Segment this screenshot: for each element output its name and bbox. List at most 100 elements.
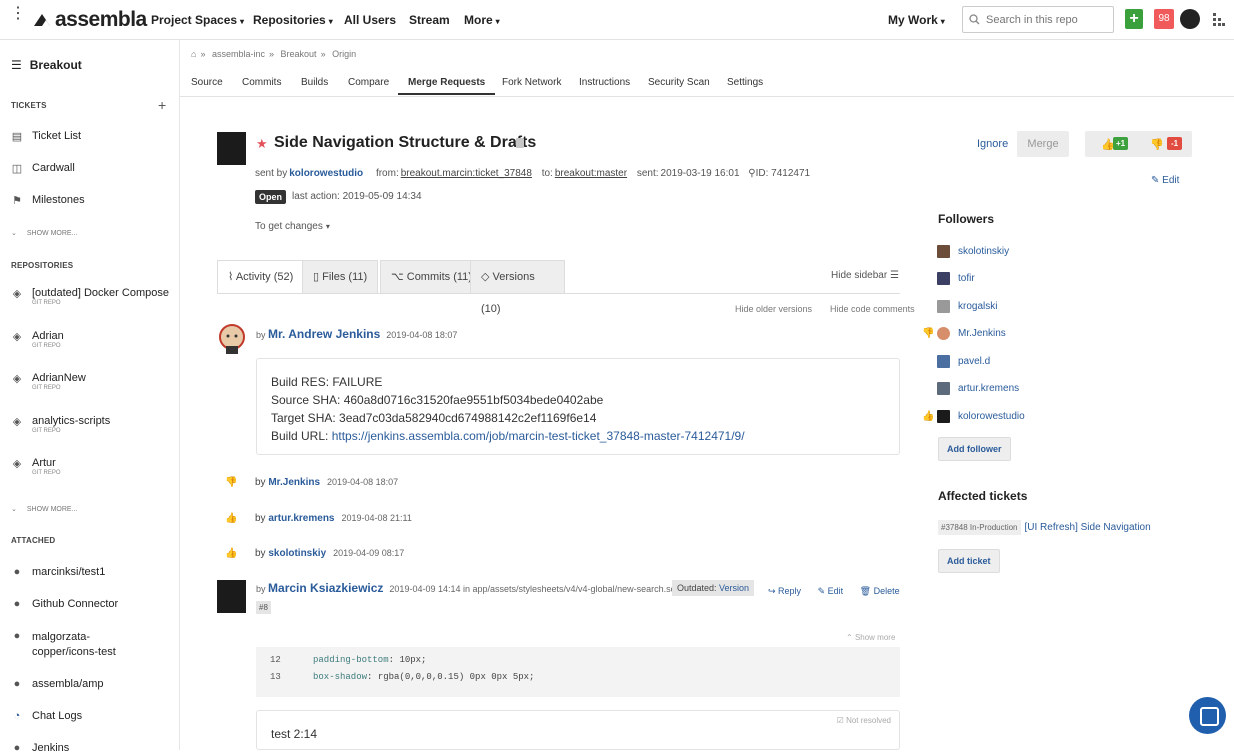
thumbs-down-icon: 👎 <box>922 328 935 339</box>
nav-all-users[interactable]: All Users <box>344 13 396 27</box>
ignore-button[interactable]: Ignore <box>977 138 1008 150</box>
vote-user[interactable]: Mr.Jenkins <box>268 477 320 488</box>
breadcrumb-item[interactable]: Origin <box>332 49 356 59</box>
tab-instructions[interactable]: Instructions <box>579 77 630 88</box>
target-branch-link[interactable]: breakout:master <box>555 168 627 179</box>
delete-comment-button[interactable]: 🗑 Delete <box>860 586 900 596</box>
home-icon[interactable]: ⌂ <box>191 49 196 59</box>
hide-older-versions-link[interactable]: Hide older versions <box>735 304 812 314</box>
get-changes-dropdown[interactable]: To get changes ▾ <box>255 221 330 232</box>
meta-label: from: <box>375 168 399 179</box>
apps-grid-icon[interactable] <box>1213 13 1225 30</box>
sidebar-title[interactable]: ☰ Breakout <box>11 58 82 72</box>
merge-button[interactable]: Merge <box>1017 131 1069 157</box>
status-badge: Open <box>255 190 287 204</box>
repo-item[interactable]: ◈ Adrian GIT REPO <box>11 330 64 349</box>
notifications-badge[interactable]: 98 <box>1154 9 1174 29</box>
jenkins-avatar[interactable] <box>218 324 246 354</box>
follower-item[interactable]: artur.kremens <box>937 382 1019 395</box>
attached-item[interactable]: ● Github Connector <box>11 598 119 610</box>
thumbs-down-icon[interactable]: 👎 <box>1150 138 1164 151</box>
author-avatar[interactable] <box>217 132 246 165</box>
nav-repositories[interactable]: Repositories ▾ <box>253 13 333 27</box>
assembla-logo[interactable]: assembla <box>32 8 147 32</box>
tab-versions[interactable]: ◇ Versions (10) <box>470 260 565 315</box>
comment-meta: 2019-04-09 14:14 in app/assets/styleshee… <box>389 584 685 594</box>
follower-item[interactable]: skolotinskiy <box>937 245 1009 258</box>
attached-item[interactable]: ● assembla/amp <box>11 678 104 690</box>
tab-builds[interactable]: Builds <box>301 77 328 88</box>
show-more-label: SHOW MORE... <box>26 506 78 513</box>
show-more-code[interactable]: ⌃ Show more <box>846 633 895 642</box>
kebab-menu-icon[interactable]: ⋮ <box>10 6 26 29</box>
tab-merge-requests[interactable]: Merge Requests <box>398 77 496 95</box>
nav-project-spaces[interactable]: Project Spaces ▾ <box>151 13 244 27</box>
nav-more[interactable]: More ▾ <box>464 13 500 27</box>
affected-ticket[interactable]: #37848 In-Production [UI Refresh] Side Na… <box>938 520 1151 535</box>
version-link[interactable]: Version <box>719 583 749 593</box>
follower-item[interactable]: pavel.d <box>937 355 990 368</box>
follower-item[interactable]: tofir <box>937 272 975 285</box>
add-ticket-button[interactable]: Add ticket <box>938 549 1000 573</box>
add-follower-button[interactable]: Add follower <box>938 437 1011 461</box>
my-work-menu[interactable]: My Work ▾ <box>888 13 945 27</box>
hide-sidebar-button[interactable]: Hide sidebar ☰ <box>831 270 899 281</box>
sender-link[interactable]: kolorowestudio <box>289 168 363 179</box>
attached-item[interactable]: ● marcinksi/test1 <box>11 566 106 578</box>
nav-stream[interactable]: Stream <box>409 13 450 27</box>
breadcrumb-item[interactable]: assembla-inc <box>212 49 265 59</box>
repo-item[interactable]: ◈ [outdated] Docker Compose GIT REPO <box>11 287 169 306</box>
star-icon[interactable]: ★ <box>256 136 268 152</box>
tab-source[interactable]: Source <box>191 77 223 88</box>
attached-item[interactable]: ◔ Chat Logs <box>11 710 82 722</box>
create-button[interactable]: + <box>1125 9 1143 29</box>
attached-item[interactable]: ● malgorzata-copper/icons-test <box>11 630 161 660</box>
comment-author[interactable]: Mr. Andrew Jenkins <box>268 327 380 341</box>
vote-user[interactable]: artur.kremens <box>268 513 334 524</box>
tab-security-scan[interactable]: Security Scan <box>648 77 710 88</box>
chevron-down-icon: ▾ <box>940 17 945 26</box>
repo-item[interactable]: ◈ analytics-scripts GIT REPO <box>11 415 110 434</box>
edit-mr-button[interactable]: ✎ Edit <box>1151 175 1179 186</box>
follower-item[interactable]: krogalski <box>937 300 997 313</box>
show-more-repos[interactable]: ⌄ SHOW MORE... <box>11 505 77 513</box>
comment-author[interactable]: Marcin Ksiazkiewicz <box>268 581 383 595</box>
version-number[interactable]: #8 <box>256 601 271 614</box>
hamburger-icon[interactable]: ☰ <box>11 58 22 72</box>
tab-compare[interactable]: Compare <box>348 77 389 88</box>
edit-comment-button[interactable]: ✎ Edit <box>818 586 844 596</box>
avatar <box>937 300 950 313</box>
tab-commits[interactable]: Commits <box>242 77 281 88</box>
search-box[interactable] <box>962 6 1114 33</box>
search-input[interactable] <box>986 13 1106 26</box>
sidebar-item-cardwall[interactable]: ◫ Cardwall <box>11 162 75 175</box>
build-url-link[interactable]: https://jenkins.assembla.com/job/marcin-… <box>332 429 745 443</box>
vote-user[interactable]: skolotinskiy <box>268 548 326 559</box>
tab-commits-mr[interactable]: ⌥ Commits (11) <box>380 260 483 294</box>
sidebar-item-milestones[interactable]: ⚑ Milestones <box>11 194 85 207</box>
tab-fork-network[interactable]: Fork Network <box>502 77 561 88</box>
ticket-link[interactable]: [UI Refresh] Side Navigation <box>1025 522 1151 533</box>
tab-activity[interactable]: ⌇ Activity (52) <box>217 260 305 294</box>
source-branch-link[interactable]: breakout.marcin:ticket_37848 <box>401 168 532 179</box>
chat-support-button[interactable] <box>1189 697 1226 734</box>
follower-item[interactable]: 👍 kolorowestudio <box>922 410 1025 423</box>
author-avatar[interactable] <box>217 580 246 613</box>
reply-button[interactable]: ↪ Reply <box>768 586 801 596</box>
github-icon: ● <box>13 630 21 642</box>
tab-files[interactable]: ▯ Files (11) <box>302 260 379 294</box>
user-avatar[interactable] <box>1180 9 1200 29</box>
trash-icon[interactable] <box>516 138 524 148</box>
repo-item[interactable]: ◈ AdrianNew GIT REPO <box>11 372 86 391</box>
breadcrumb-item[interactable]: Breakout <box>281 49 317 59</box>
repo-item[interactable]: ◈ Artur GIT REPO <box>11 457 61 476</box>
follower-item[interactable]: 👎 Mr.Jenkins <box>922 327 1006 340</box>
sidebar-item-ticket-list[interactable]: ▤ Ticket List <box>11 130 81 143</box>
attached-item[interactable]: ● Jenkins <box>11 742 70 754</box>
hide-code-comments-link[interactable]: Hide code comments <box>830 304 915 314</box>
add-ticket-plus-icon[interactable]: + <box>158 97 166 113</box>
tab-settings[interactable]: Settings <box>727 77 763 88</box>
breadcrumb: ⌂» assembla-inc» Breakout» Origin <box>191 49 360 59</box>
show-more-tickets[interactable]: ⌄ SHOW MORE... <box>11 229 77 237</box>
resolve-checkbox[interactable]: ☑ Not resolved <box>837 716 891 725</box>
